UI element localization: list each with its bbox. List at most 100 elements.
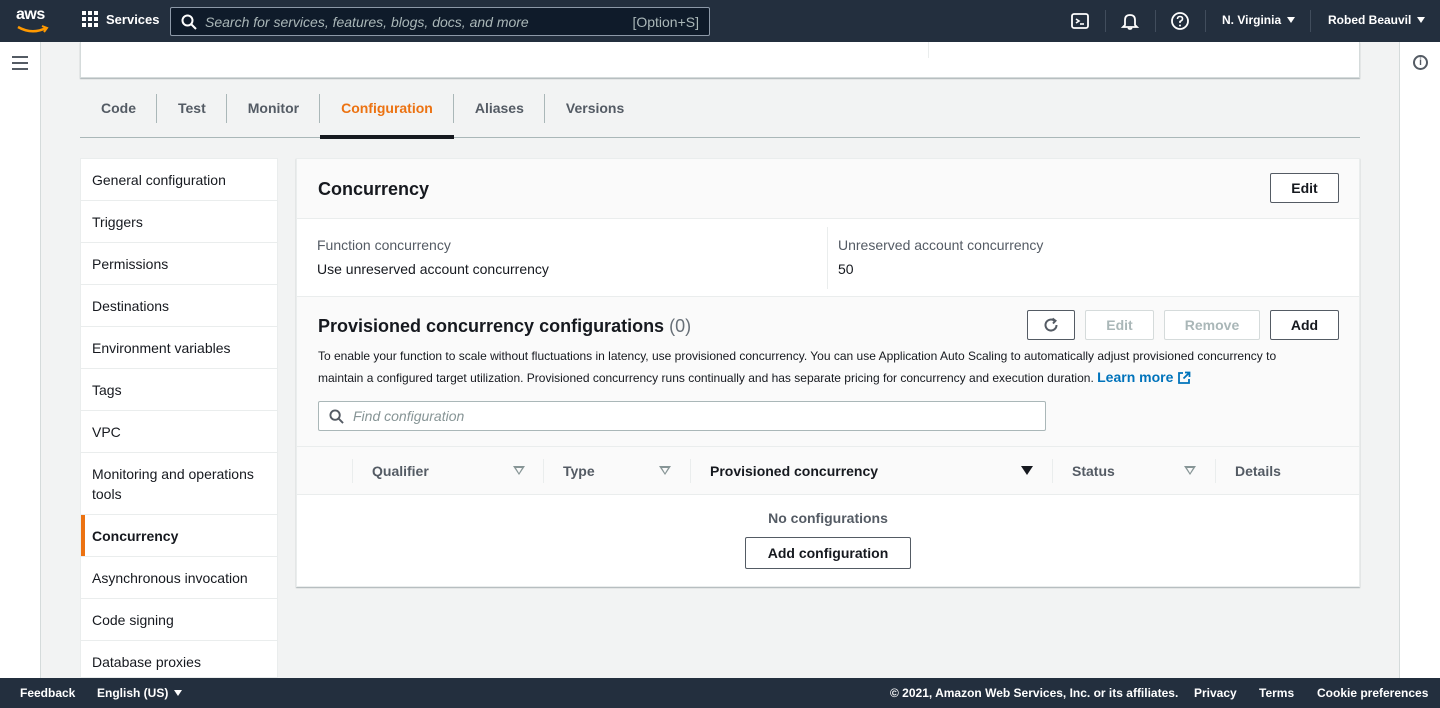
config-nav-general[interactable]: General configuration <box>81 159 277 201</box>
provisioned-add-button[interactable]: Add <box>1270 310 1339 340</box>
column-divider <box>1052 459 1053 483</box>
provisioned-description: To enable your function to scale without… <box>318 346 1318 389</box>
bell-icon[interactable] <box>1120 11 1140 31</box>
copyright-text: © 2021, Amazon Web Services, Inc. or its… <box>890 686 1179 700</box>
search-icon <box>181 14 197 30</box>
config-nav-vpc[interactable]: VPC <box>81 411 277 453</box>
provisioned-edit-button[interactable]: Edit <box>1085 310 1154 340</box>
learn-more-link[interactable]: Learn more <box>1097 367 1191 388</box>
aws-logo-text: aws <box>16 6 45 23</box>
add-configuration-button[interactable]: Add configuration <box>745 537 911 569</box>
global-search-input[interactable]: Search for services, features, blogs, do… <box>170 7 710 36</box>
config-nav-async-invocation[interactable]: Asynchronous invocation <box>81 557 277 599</box>
sort-icon[interactable] <box>659 466 671 475</box>
refresh-icon <box>1044 317 1058 332</box>
concurrency-edit-button[interactable]: Edit <box>1270 173 1339 203</box>
user-menu[interactable]: Robed Beauvil <box>1328 13 1426 27</box>
find-configuration-input[interactable]: Find configuration <box>318 401 1046 431</box>
region-label: N. Virginia <box>1222 13 1282 27</box>
unreserved-concurrency-label: Unreserved account concurrency <box>838 237 1044 253</box>
learn-more-label: Learn more <box>1097 369 1174 385</box>
config-nav-environment-variables[interactable]: Environment variables <box>81 327 277 369</box>
search-placeholder: Search for services, features, blogs, do… <box>205 13 529 30</box>
config-nav-code-signing[interactable]: Code signing <box>81 599 277 641</box>
concurrency-header: Concurrency Edit <box>297 159 1359 219</box>
language-label: English (US) <box>97 686 169 700</box>
config-nav-concurrency[interactable]: Concurrency <box>81 515 277 557</box>
left-rail <box>0 42 41 678</box>
aws-smile-icon <box>17 25 49 33</box>
config-nav-destinations[interactable]: Destinations <box>81 285 277 327</box>
tab-aliases[interactable]: Aliases <box>454 86 545 138</box>
nav-divider <box>1205 10 1206 32</box>
function-concurrency-label: Function concurrency <box>317 237 451 253</box>
tab-code[interactable]: Code <box>80 86 157 138</box>
refresh-button[interactable] <box>1027 310 1075 340</box>
column-qualifier[interactable]: Qualifier <box>372 447 429 495</box>
provisioned-remove-button[interactable]: Remove <box>1164 310 1260 340</box>
terms-link[interactable]: Terms <box>1259 686 1294 700</box>
aws-logo[interactable]: aws <box>16 6 50 34</box>
info-icon[interactable]: i <box>1413 55 1428 70</box>
cookie-preferences-link[interactable]: Cookie preferences <box>1317 686 1428 700</box>
empty-state-text: No configurations <box>768 510 888 526</box>
find-configuration-placeholder: Find configuration <box>353 408 465 424</box>
function-overview-panel <box>80 42 1360 78</box>
concurrency-title: Concurrency <box>318 179 430 199</box>
column-divider <box>352 459 353 483</box>
configuration-nav: General configuration Triggers Permissio… <box>80 158 278 678</box>
tab-versions[interactable]: Versions <box>545 86 645 138</box>
privacy-link[interactable]: Privacy <box>1194 686 1237 700</box>
function-concurrency-value: Use unreserved account concurrency <box>317 261 549 277</box>
column-type[interactable]: Type <box>563 447 595 495</box>
config-nav-monitoring[interactable]: Monitoring and operations tools <box>81 453 277 515</box>
config-nav-permissions[interactable]: Permissions <box>81 243 277 285</box>
region-selector[interactable]: N. Virginia <box>1222 13 1296 27</box>
services-label: Services <box>106 11 160 27</box>
function-tabs: Code Test Monitor Configuration Aliases … <box>80 86 1360 139</box>
right-rail: i <box>1399 42 1440 678</box>
help-icon[interactable] <box>1170 11 1190 31</box>
feedback-link[interactable]: Feedback <box>20 686 75 700</box>
column-divider <box>1215 459 1216 483</box>
services-menu[interactable]: Services <box>82 11 160 27</box>
config-nav-tags[interactable]: Tags <box>81 369 277 411</box>
provisioned-concurrency-section: Provisioned concurrency configurations (… <box>297 296 1359 446</box>
provisioned-title-text: Provisioned concurrency configurations <box>318 316 665 336</box>
column-divider <box>690 459 691 483</box>
column-details: Details <box>1235 463 1281 479</box>
kv-divider <box>827 227 828 289</box>
nav-divider <box>1155 10 1156 32</box>
configurations-table-header: Qualifier Type Provisioned concurrency S… <box>297 446 1359 495</box>
cloudshell-icon[interactable] <box>1070 11 1090 31</box>
column-provisioned-concurrency[interactable]: Provisioned concurrency <box>710 447 878 495</box>
chevron-down-icon <box>1287 17 1296 23</box>
column-divider <box>543 459 544 483</box>
unreserved-concurrency-value: 50 <box>838 261 854 277</box>
nav-divider <box>1310 10 1311 32</box>
config-nav-database-proxies[interactable]: Database proxies <box>81 641 277 677</box>
sort-icon[interactable] <box>513 466 525 475</box>
sort-descending-icon[interactable] <box>1021 466 1033 475</box>
search-shortcut: [Option+S] <box>632 13 699 30</box>
tab-configuration[interactable]: Configuration <box>320 86 454 139</box>
services-grid-icon <box>82 11 98 27</box>
language-selector[interactable]: English (US) <box>97 686 183 700</box>
sort-icon[interactable] <box>1184 466 1196 475</box>
column-status[interactable]: Status <box>1072 447 1115 495</box>
config-nav-triggers[interactable]: Triggers <box>81 201 277 243</box>
provisioned-count: (0) <box>669 316 692 336</box>
nav-divider <box>1105 10 1106 32</box>
menu-icon[interactable] <box>12 56 28 74</box>
external-link-icon <box>1178 371 1191 384</box>
user-label: Robed Beauvil <box>1328 13 1412 27</box>
tab-test[interactable]: Test <box>157 86 227 138</box>
chevron-down-icon <box>174 690 183 696</box>
chevron-down-icon <box>1417 17 1426 23</box>
search-icon <box>329 409 344 424</box>
provisioned-title: Provisioned concurrency configurations (… <box>318 316 691 337</box>
top-navigation: aws Services Search for services, featur… <box>0 0 1440 42</box>
footer: Feedback English (US) © 2021, Amazon Web… <box>0 678 1440 708</box>
concurrency-panel: Concurrency Edit Function concurrency Us… <box>296 158 1360 587</box>
tab-monitor[interactable]: Monitor <box>227 86 321 138</box>
